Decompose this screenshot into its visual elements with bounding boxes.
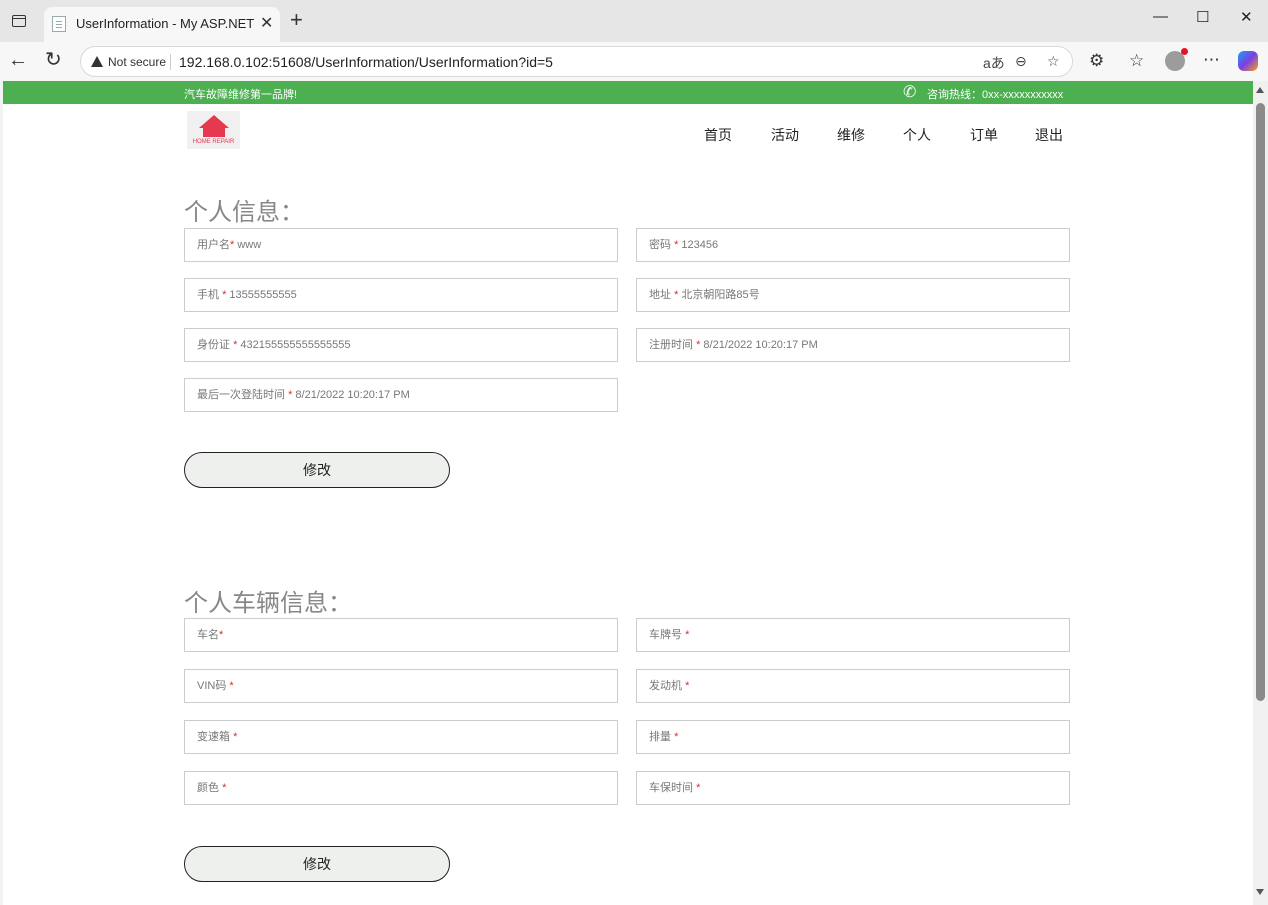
refresh-icon[interactable]: ↻ [45,50,62,70]
minimize-icon[interactable]: — [1153,8,1168,25]
address-bar[interactable]: Not secure 192.168.0.102:51608/UserInfor… [80,46,1073,77]
vin-field[interactable]: VIN码 * [184,669,618,703]
close-tab-icon[interactable]: ✕ [260,13,273,33]
personal-info-title: 个人信息： [184,199,304,226]
new-tab-icon[interactable]: + [290,9,303,31]
car-name-field[interactable]: 车名* [184,618,618,652]
scroll-up-icon[interactable] [1256,87,1264,93]
url-text[interactable]: 192.168.0.102:51608/UserInformation/User… [179,54,553,70]
page-viewport: 汽车故障维修第一品牌! ✆ 咨询热线：0xx-xxxxxxxxxxx HOME … [3,81,1253,905]
site-logo[interactable]: HOME REPAIR [187,111,240,149]
phone-field[interactable]: 手机 * 13555555555 [184,278,618,312]
plate-number-field[interactable]: 车牌号 * [636,618,1070,652]
modify-vehicle-button[interactable]: 修改 [184,846,450,882]
nav-orders[interactable]: 订单 [970,125,998,145]
displacement-field[interactable]: 排量 * [636,720,1070,754]
extensions-icon[interactable]: ⚙ [1089,51,1104,71]
not-secure-label[interactable]: Not secure [108,55,166,69]
tab-bar: UserInformation - My ASP.NET Ap ✕ + — ☐ … [0,0,1268,42]
tab-title: UserInformation - My ASP.NET Ap [76,16,256,31]
slogan-text: 汽车故障维修第一品牌! [184,89,298,101]
register-time-field[interactable]: 注册时间 * 8/21/2022 10:20:17 PM [636,328,1070,362]
color-field[interactable]: 颜色 * [184,771,618,805]
browser-chrome: UserInformation - My ASP.NET Ap ✕ + — ☐ … [0,0,1268,81]
top-info-strip: 汽车故障维修第一品牌! ✆ 咨询热线：0xx-xxxxxxxxxxx [3,81,1253,104]
read-aloud-icon[interactable]: aあ [983,53,1005,73]
engine-field[interactable]: 发动机 * [636,669,1070,703]
nav-activities[interactable]: 活动 [771,125,799,145]
warning-icon [91,56,103,67]
close-window-icon[interactable]: ✕ [1240,8,1253,26]
required-marker: * [696,782,701,794]
address-field[interactable]: 地址 * 北京朝阳路85号 [636,278,1070,312]
copilot-icon[interactable] [1238,51,1258,71]
required-marker: * [685,629,690,641]
browser-tab[interactable]: UserInformation - My ASP.NET Ap ✕ [44,7,280,42]
scroll-down-icon[interactable] [1256,889,1264,895]
vertical-scrollbar[interactable] [1253,81,1268,905]
password-field[interactable]: 密码 * 123456 [636,228,1070,262]
navigation-bar: ← ↻ Not secure 192.168.0.102:51608/UserI… [0,42,1268,81]
insurance-time-field[interactable]: 车保时间 * [636,771,1070,805]
logo-caption: HOME REPAIR [192,139,235,145]
gearbox-field[interactable]: 变速箱 * [184,720,618,754]
maximize-icon[interactable]: ☐ [1196,8,1209,26]
required-marker: * [674,731,679,743]
nav-logout[interactable]: 退出 [1035,125,1063,145]
nav-home[interactable]: 首页 [704,125,732,145]
favorite-star-icon[interactable]: ☆ [1047,53,1060,70]
zoom-icon[interactable]: ⊖ [1015,53,1027,70]
scroll-thumb[interactable] [1256,103,1265,701]
hotline-text: 咨询热线：0xx-xxxxxxxxxxx [927,89,1064,101]
favorites-icon[interactable]: ☆ [1129,51,1144,71]
back-icon[interactable]: ← [8,50,28,70]
modify-personal-button[interactable]: 修改 [184,452,450,488]
page-icon [52,16,66,32]
required-marker: * [222,782,227,794]
phone-icon: ✆ [903,84,917,101]
username-field[interactable]: 用户名* www [184,228,618,262]
required-marker: * [685,680,690,692]
last-login-field[interactable]: 最后一次登陆时间 * 8/21/2022 10:20:17 PM [184,378,618,412]
required-marker: * [219,629,224,641]
nav-repair[interactable]: 维修 [837,125,865,145]
profile-avatar[interactable] [1165,48,1188,71]
more-options-icon[interactable]: ⋯ [1203,50,1220,70]
required-marker: * [233,731,238,743]
id-card-field[interactable]: 身份证 * 432155555555555555 [184,328,618,362]
tab-actions-icon[interactable] [8,10,30,32]
required-marker: * [229,680,234,692]
vehicle-info-title: 个人车辆信息： [184,590,352,617]
nav-personal[interactable]: 个人 [903,125,931,145]
house-body-icon [203,127,225,137]
